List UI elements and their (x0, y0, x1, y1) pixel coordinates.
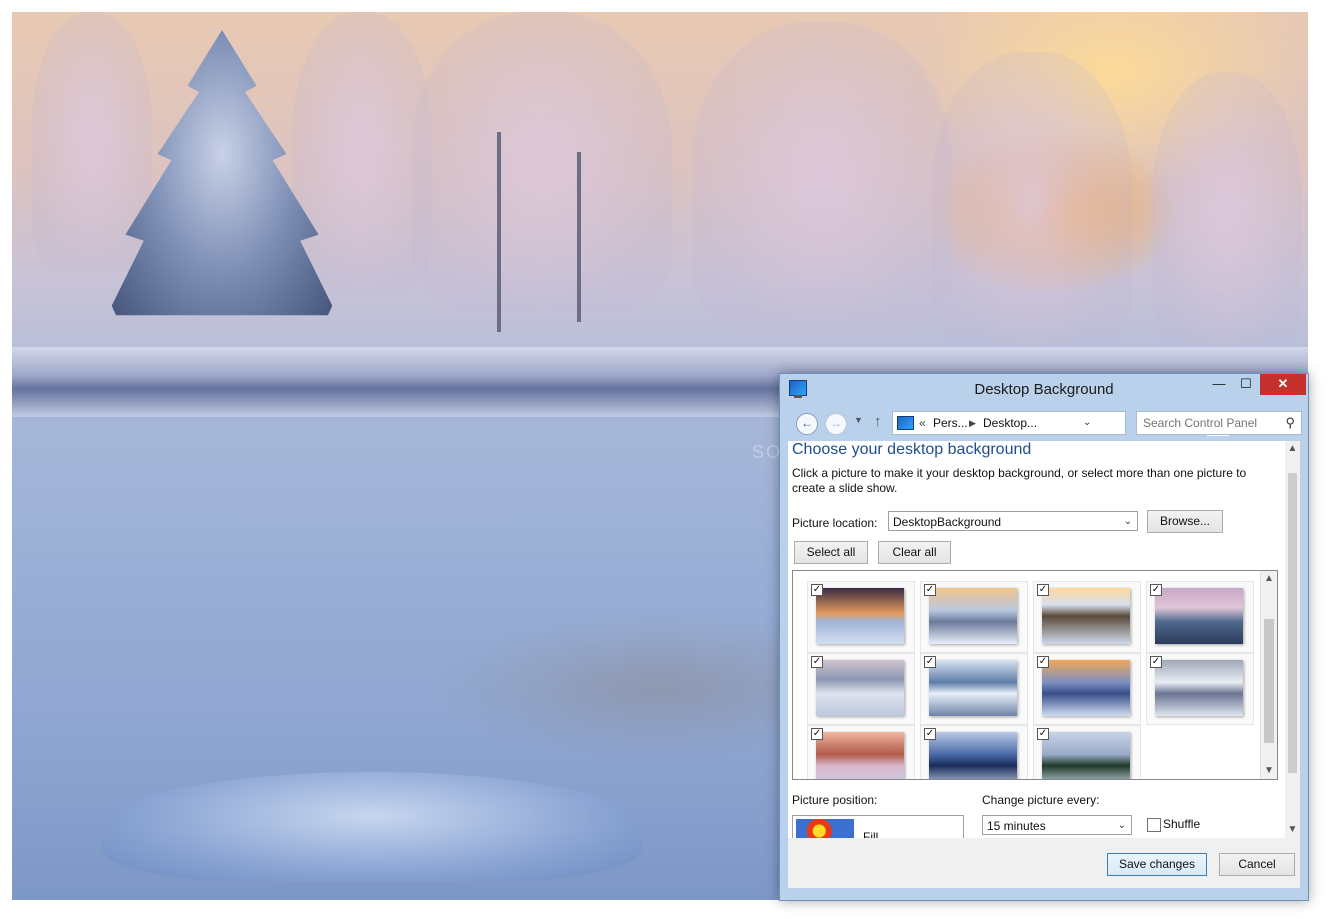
breadcrumb[interactable]: « Pers... ▶ Desktop... ⌄ ↻ (892, 411, 1229, 436)
wallpaper-trunk (497, 132, 501, 332)
wallpaper-ice-floe (102, 772, 642, 882)
content-scrollbar-thumb[interactable] (1288, 473, 1297, 773)
picture-position-preview (796, 819, 854, 838)
search-box[interactable]: ⚲ (1136, 411, 1302, 435)
thumbnail-image (1042, 732, 1130, 779)
forward-arrow-icon[interactable]: → (825, 413, 847, 435)
title-bar[interactable]: Desktop Background — ☐ ✕ (780, 374, 1308, 404)
thumbnail-checkbox[interactable]: ✓ (924, 728, 936, 740)
thumbnail-checkbox[interactable]: ✓ (1037, 584, 1049, 596)
thumbnail-image (1042, 588, 1130, 644)
wallpaper-tree (932, 52, 1132, 352)
main-content: Choose your desktop background Click a p… (788, 441, 1300, 838)
chevron-down-icon: ⌄ (1117, 820, 1126, 831)
thumbnail-image (1042, 660, 1130, 716)
shuffle-checkbox[interactable] (1147, 818, 1161, 832)
thumbnail-image (816, 732, 904, 779)
dialog-footer: Save changes Cancel (788, 838, 1300, 888)
thumbnail-checkbox[interactable]: ✓ (1037, 656, 1049, 668)
wallpaper-trunk (577, 152, 581, 322)
maximize-button[interactable]: ☐ (1233, 374, 1259, 395)
thumbnail-checkbox[interactable]: ✓ (924, 656, 936, 668)
content-scrollbar[interactable]: ▲ ▼ (1285, 441, 1300, 838)
thumbnail-image (929, 660, 1017, 716)
picture-location-value: DesktopBackground (893, 515, 1002, 529)
thumbnail-checkbox[interactable]: ✓ (1150, 656, 1162, 668)
clear-all-button[interactable]: Clear all (878, 541, 951, 564)
address-bar: ← → ▼ ↑ « Pers... ▶ Desktop... ⌄ ↻ ⚲ (788, 409, 1302, 437)
picture-position-label: Picture position: (792, 793, 878, 807)
wallpaper-thumbnail[interactable]: ✓ (920, 725, 1028, 779)
thumbnail-image (816, 588, 904, 644)
picture-position-select[interactable]: Fill (792, 815, 964, 838)
page-description: Click a picture to make it your desktop … (792, 466, 1247, 495)
wallpaper-tree (692, 22, 952, 332)
select-all-button[interactable]: Select all (794, 541, 868, 564)
page-title: Choose your desktop background (792, 441, 1032, 458)
gallery-scrollbar-thumb[interactable] (1264, 619, 1274, 743)
thumbnail-checkbox[interactable]: ✓ (811, 728, 823, 740)
minimize-button[interactable]: — (1206, 374, 1232, 395)
wallpaper-thumbnail[interactable]: ✓ (1033, 725, 1141, 779)
wallpaper-thumbnail[interactable]: ✓ (807, 653, 915, 725)
wallpaper-thumbnail[interactable]: ✓ (1146, 581, 1254, 653)
shuffle-label[interactable]: Shuffle (1163, 817, 1200, 831)
wallpaper-tree (412, 12, 672, 312)
breadcrumb-overflow[interactable]: « (919, 412, 926, 434)
scroll-down-icon[interactable]: ▼ (1261, 763, 1277, 779)
breadcrumb-personalization[interactable]: Pers... (933, 412, 968, 434)
scroll-down-icon[interactable]: ▼ (1285, 822, 1300, 838)
search-icon[interactable]: ⚲ (1285, 415, 1295, 431)
thumbnail-image (929, 732, 1017, 779)
thumbnail-checkbox[interactable]: ✓ (811, 584, 823, 596)
wallpaper-thumbnail[interactable]: ✓ (920, 653, 1028, 725)
picture-position-value: Fill (863, 830, 879, 838)
save-changes-button[interactable]: Save changes (1107, 853, 1207, 876)
wallpaper-thumbnail[interactable]: ✓ (920, 581, 1028, 653)
thumbnail-image (816, 660, 904, 716)
change-picture-every-label: Change picture every: (982, 793, 1100, 807)
up-arrow-icon[interactable]: ↑ (874, 413, 882, 430)
desktop-background-window: Desktop Background — ☐ ✕ ← → ▼ ↑ « Pers.… (779, 373, 1309, 901)
breadcrumb-separator-icon[interactable]: ▶ (969, 412, 976, 434)
change-picture-every-value: 15 minutes (987, 819, 1046, 833)
picture-location-label: Picture location: (792, 516, 878, 530)
wallpaper-tree (1152, 72, 1302, 352)
picture-gallery: ✓ ✓ ✓ ✓ ✓ ✓ ✓ ✓ ✓ ✓ ✓ ▲ ▼ (792, 570, 1278, 780)
back-arrow-icon[interactable]: ← (796, 413, 818, 435)
scroll-up-icon[interactable]: ▲ (1285, 441, 1300, 457)
thumbnail-checkbox[interactable]: ✓ (1037, 728, 1049, 740)
chevron-down-icon: ⌄ (1123, 516, 1132, 527)
thumbnail-checkbox[interactable]: ✓ (924, 584, 936, 596)
cancel-button[interactable]: Cancel (1219, 853, 1295, 876)
thumbnail-checkbox[interactable]: ✓ (1150, 584, 1162, 596)
thumbnail-image (1155, 588, 1243, 644)
wallpaper-tree (292, 12, 432, 292)
scroll-up-icon[interactable]: ▲ (1261, 571, 1277, 587)
gallery-scrollbar[interactable]: ▲ ▼ (1260, 571, 1277, 779)
wallpaper-thumbnail[interactable]: ✓ (1033, 653, 1141, 725)
picture-location-select[interactable]: DesktopBackground ⌄ (888, 511, 1138, 531)
browse-button[interactable]: Browse... (1147, 510, 1223, 533)
change-picture-every-select[interactable]: 15 minutes ⌄ (982, 815, 1132, 835)
thumbnail-checkbox[interactable]: ✓ (811, 656, 823, 668)
control-panel-icon (897, 416, 914, 430)
wallpaper-thumbnail[interactable]: ✓ (807, 581, 915, 653)
close-button[interactable]: ✕ (1260, 374, 1306, 395)
thumbnail-image (1155, 660, 1243, 716)
wallpaper-thumbnail[interactable]: ✓ (1146, 653, 1254, 725)
wallpaper-thumbnail[interactable]: ✓ (1033, 581, 1141, 653)
recent-pages-dropdown-icon[interactable]: ▼ (854, 415, 863, 425)
wallpaper-open-water (432, 612, 812, 762)
breadcrumb-desktop-background[interactable]: Desktop... (983, 412, 1037, 434)
address-dropdown-icon[interactable]: ⌄ (1083, 412, 1091, 434)
wallpaper-thumbnail[interactable]: ✓ (807, 725, 915, 779)
thumbnail-image (929, 588, 1017, 644)
search-input[interactable] (1141, 414, 1281, 432)
